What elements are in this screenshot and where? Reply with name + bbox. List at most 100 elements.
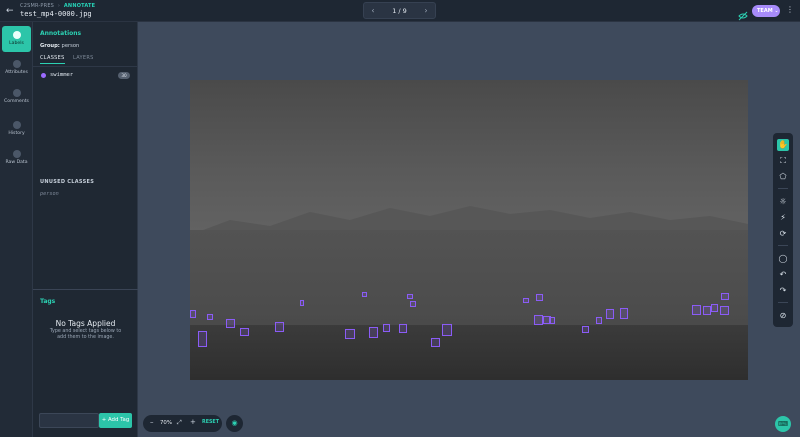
chevron-right-icon[interactable]: ›	[421, 6, 431, 16]
repeat-icon[interactable]: ⟳	[777, 228, 789, 240]
left-rail: Labels Attributes Comments History Raw D…	[0, 22, 33, 437]
comment-icon[interactable]: ◯	[777, 253, 789, 265]
bbox-annotation[interactable]	[549, 317, 555, 324]
bbox-annotation[interactable]	[692, 305, 701, 315]
bbox-annotation[interactable]	[596, 317, 602, 324]
toolbar-divider	[778, 245, 788, 246]
hand-icon[interactable]: ✋	[777, 139, 789, 151]
bbox-annotation[interactable]	[711, 304, 718, 312]
divider	[33, 289, 138, 290]
bbox-annotation[interactable]	[275, 322, 284, 332]
fit-icon[interactable]: ⤢	[177, 419, 182, 427]
add-tag-button[interactable]: + Add Tag	[99, 413, 132, 428]
back-arrow-icon[interactable]: ←	[6, 6, 16, 16]
rail-item-history[interactable]: History	[2, 116, 31, 142]
bbox-annotation[interactable]	[240, 328, 249, 336]
panel-tabs: CLASSES LAYERS	[40, 55, 132, 65]
rail-item-label: Labels	[9, 41, 24, 46]
rail-item-attributes[interactable]: Attributes	[2, 55, 31, 81]
reset-zoom-button[interactable]: RESET	[202, 420, 219, 425]
settings-icon[interactable]: ◉	[226, 415, 243, 432]
no-tags-title: No Tags Applied	[55, 319, 116, 328]
visibility-icon[interactable]	[738, 6, 748, 21]
bbox-annotation[interactable]	[198, 331, 207, 347]
breadcrumb-mode: ANNOTATE	[63, 3, 96, 9]
bbox-annotation[interactable]	[536, 294, 543, 301]
bbox-annotation[interactable]	[442, 324, 452, 336]
bbox-annotation[interactable]	[190, 310, 196, 318]
rail-item-comments[interactable]: Comments	[2, 84, 31, 110]
toolbar-divider	[778, 188, 788, 189]
rail-item-raw-data[interactable]: Raw Data	[2, 145, 31, 171]
rail-item-labels[interactable]: Labels	[2, 26, 31, 52]
unused-classes-title: UNUSED CLASSES	[40, 179, 95, 185]
bbox-annotation[interactable]	[226, 319, 235, 328]
bbox-annotation[interactable]	[407, 294, 413, 299]
annotation-toolbar: ✋ ⛶ ⬠ ☼ ⚡ ⟳ ◯ ↶ ↷ ⊘	[773, 133, 793, 327]
keyboard-icon[interactable]: ⌨	[775, 416, 791, 432]
bbox-annotation[interactable]	[369, 327, 378, 338]
class-count-badge: 30	[118, 72, 130, 79]
bbox-annotation[interactable]	[534, 315, 543, 325]
top-bar: ← C2SMR-PRES › ANNOTATE test_mp4-0000.jp…	[0, 0, 800, 22]
bbox-annotation[interactable]	[399, 324, 407, 333]
bbox-annotation[interactable]	[345, 329, 355, 339]
divider	[33, 66, 138, 67]
class-color-dot	[41, 73, 46, 78]
bbox-annotation[interactable]	[606, 309, 614, 319]
brightness-icon[interactable]: ☼	[777, 196, 789, 208]
zoom-level: 70%	[160, 420, 172, 426]
panel-title: Annotations	[40, 30, 82, 37]
polygon-icon[interactable]: ⬠	[777, 171, 789, 183]
bbox-annotation[interactable]	[720, 306, 729, 315]
breadcrumb: C2SMR-PRES › ANNOTATE	[20, 3, 95, 9]
more-options-icon[interactable]: ⋮	[786, 5, 794, 14]
toolbar-divider	[778, 302, 788, 303]
tags-title: Tags	[40, 298, 56, 305]
raw-data-icon	[12, 150, 21, 158]
zoom-out-button[interactable]: –	[150, 418, 154, 426]
bbox-annotation[interactable]	[383, 324, 390, 332]
bbox-annotation[interactable]	[620, 308, 628, 319]
hide-annotations-icon[interactable]: ⊘	[777, 310, 789, 322]
rail-item-label: Raw Data	[5, 160, 28, 165]
bbox-annotation[interactable]	[703, 306, 711, 315]
tag-input[interactable]	[39, 413, 99, 428]
unused-class-item[interactable]: person	[40, 191, 59, 197]
bbox-annotation[interactable]	[410, 301, 416, 307]
bbox-annotation[interactable]	[431, 338, 440, 347]
bbox-annotation[interactable]	[721, 293, 729, 300]
no-tags-subtitle: Type and select tags below to add them t…	[49, 329, 122, 340]
rail-item-label: History	[8, 131, 25, 136]
image-canvas[interactable]	[190, 80, 748, 380]
breadcrumb-separator: ›	[57, 3, 61, 9]
bbox-annotation[interactable]	[523, 298, 529, 303]
group-label: Group: person	[40, 43, 79, 49]
team-label: TEAM	[757, 8, 773, 14]
team-button[interactable]: TEAM ⌄	[752, 5, 780, 17]
rail-item-label: Attributes	[5, 70, 28, 75]
redo-icon[interactable]: ↷	[777, 285, 789, 297]
annotations-panel: Annotations Group: person CLASSES LAYERS…	[33, 22, 138, 437]
bbox-annotation[interactable]	[362, 292, 367, 297]
group-prefix: Group:	[40, 43, 60, 49]
image-beach	[190, 325, 748, 380]
file-name: test_mp4-0000.jpg	[20, 10, 92, 18]
zoom-in-button[interactable]: +	[190, 418, 196, 426]
history-icon	[12, 121, 21, 129]
bbox-annotation[interactable]	[582, 326, 589, 333]
tab-layers[interactable]: LAYERS	[73, 55, 94, 61]
bbox-annotation[interactable]	[300, 300, 304, 306]
magic-wand-icon[interactable]: ⚡	[777, 212, 789, 224]
class-name: swimmer	[50, 72, 74, 78]
undo-icon[interactable]: ↶	[777, 269, 789, 281]
comments-icon	[12, 89, 21, 97]
attributes-icon	[12, 60, 21, 68]
breadcrumb-project[interactable]: C2SMR-PRES	[20, 3, 54, 9]
class-row-swimmer[interactable]: swimmer 30	[40, 71, 130, 80]
tab-classes[interactable]: CLASSES	[40, 55, 65, 64]
rail-item-label: Comments	[4, 99, 29, 104]
bbox-annotation[interactable]	[207, 314, 213, 320]
group-value: person	[61, 43, 80, 49]
bounding-box-icon[interactable]: ⛶	[777, 155, 789, 167]
